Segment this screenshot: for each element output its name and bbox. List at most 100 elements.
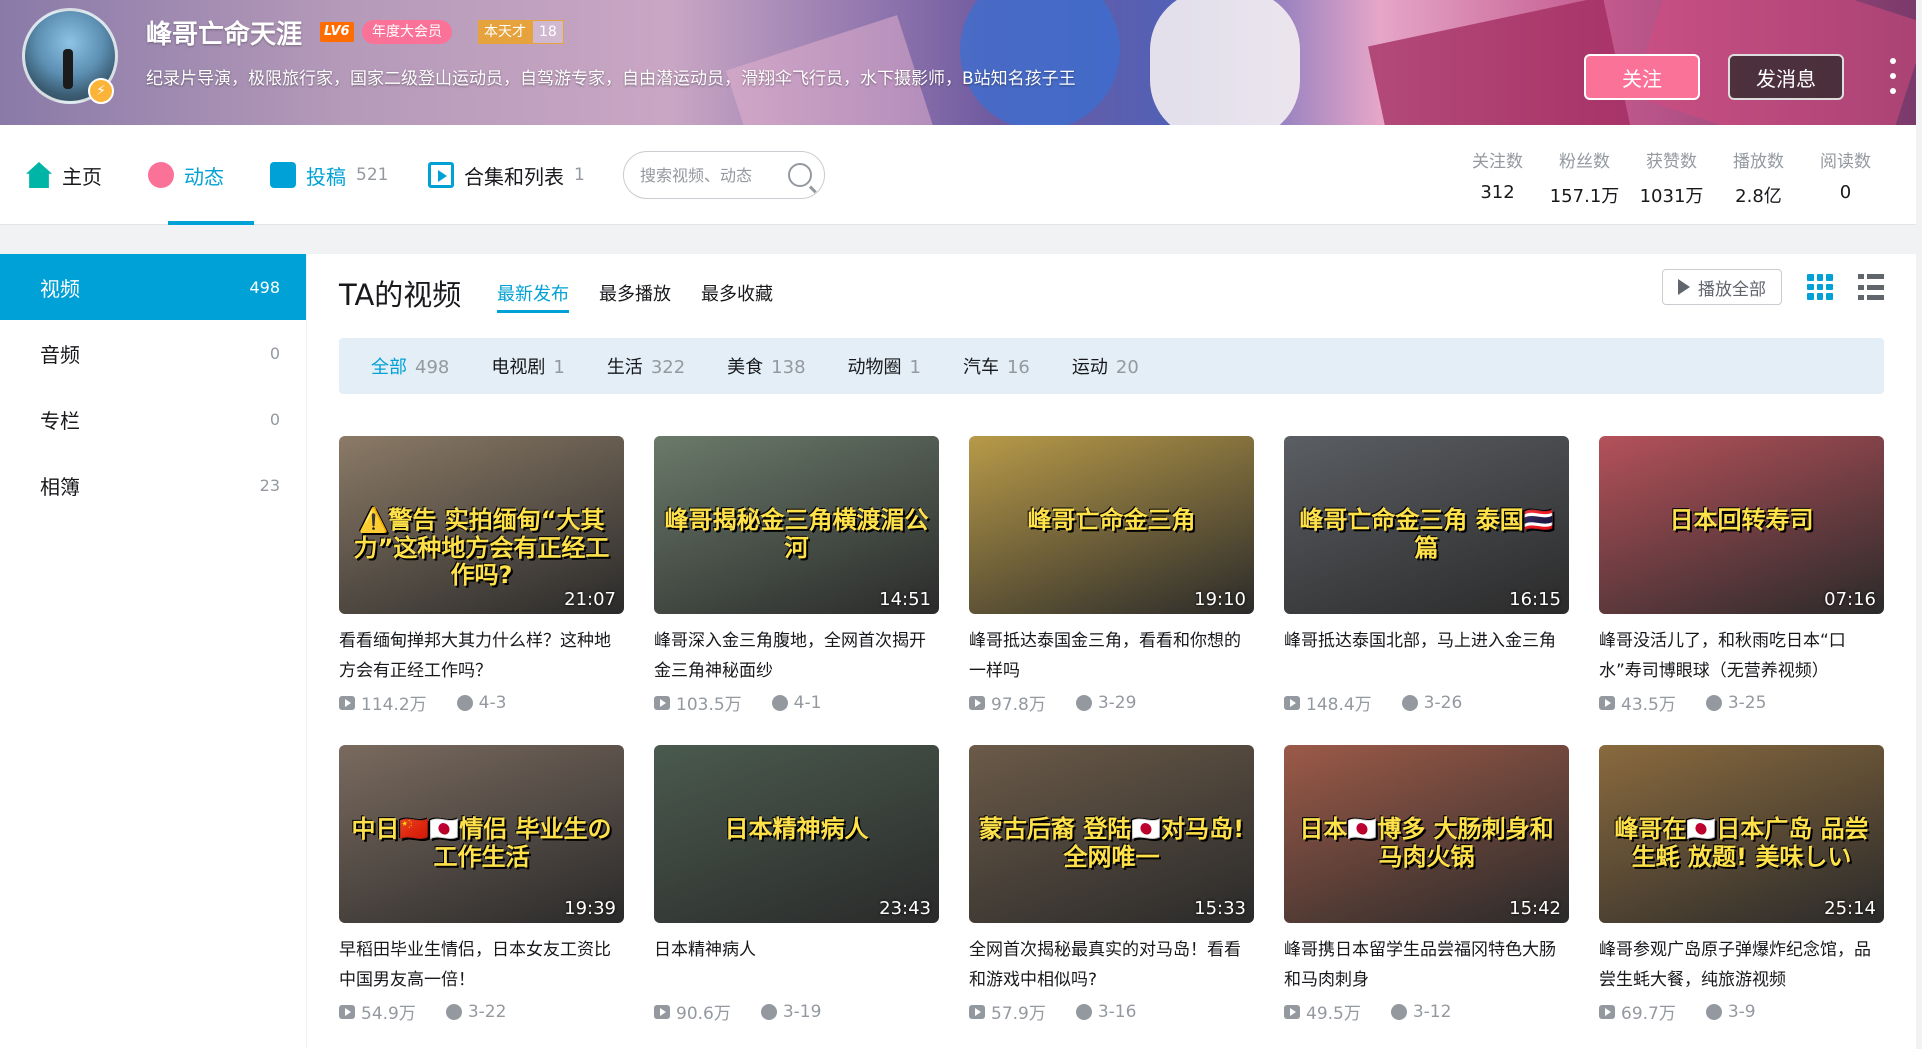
- thumbnail-caption: ⚠️警告 实拍缅甸“大其力”这种地方会有正经工作吗?: [353, 506, 610, 590]
- filter-count: 1: [553, 357, 565, 378]
- video-title[interactable]: 早稻田毕业生情侣，日本女友工资比中国男友高一倍！: [339, 935, 624, 995]
- play-icon: [1678, 279, 1690, 295]
- play-count-icon: [339, 695, 355, 710]
- video-card[interactable]: 中日🇨🇳🇯🇵情侣 毕业生の工作生活 19:39 早稻田毕业生情侣，日本女友工资比…: [339, 745, 624, 1024]
- tab-collections-count: 1: [574, 165, 585, 185]
- video-meta: 49.5万 3-12: [1284, 999, 1569, 1024]
- video-thumbnail[interactable]: 日本🇯🇵博多 大肠刺身和马肉火锅 15:42: [1284, 745, 1569, 923]
- stat-value: 2.8亿: [1735, 186, 1782, 207]
- video-thumbnail[interactable]: 峰哥亡命金三角 泰国🇹🇭篇 16:15: [1284, 436, 1569, 614]
- publish-date: 3-26: [1423, 692, 1463, 713]
- filter-count: 20: [1115, 357, 1139, 378]
- profile-banner: ⚡ 峰哥亡命天涯 LV6 年度大会员 本天才 18 纪录片导演，极限旅行家，国家…: [0, 0, 1916, 125]
- play-all-button[interactable]: 播放全部: [1662, 269, 1782, 305]
- video-thumbnail[interactable]: 日本回转寿司 07:16: [1599, 436, 1884, 614]
- sidebar-item-article[interactable]: 专栏 0: [0, 386, 306, 452]
- medal-tag[interactable]: 本天才 18: [478, 20, 564, 44]
- sort-most-played[interactable]: 最多播放: [599, 280, 671, 306]
- more-options-icon[interactable]: [1886, 58, 1900, 94]
- video-thumbnail[interactable]: 蒙古后裔 登陆🇯🇵对马岛! 全网唯一 15:33: [969, 745, 1254, 923]
- medal-name: 本天才: [478, 20, 532, 44]
- video-card[interactable]: 蒙古后裔 登陆🇯🇵对马岛! 全网唯一 15:33 全网首次揭秘最真实的对马岛！看…: [969, 745, 1254, 1024]
- stat-likes: 获赞数 1031万: [1628, 147, 1715, 208]
- banner-decoration: [960, 0, 1120, 125]
- sidebar-item-label: 视频: [40, 276, 80, 301]
- video-card[interactable]: 峰哥亡命金三角 泰国🇹🇭篇 16:15 峰哥抵达泰国北部，马上进入金三角 148…: [1284, 436, 1569, 715]
- stat-followers[interactable]: 粉丝数 157.1万: [1541, 147, 1628, 208]
- video-card[interactable]: ⚠️警告 实拍缅甸“大其力”这种地方会有正经工作吗? 21:07 看看缅甸掸邦大…: [339, 436, 624, 715]
- filter-all[interactable]: 全部 498: [371, 353, 449, 379]
- grid-view-icon[interactable]: [1807, 274, 1833, 300]
- view-count: 97.8万: [991, 695, 1046, 715]
- sort-latest[interactable]: 最新发布: [497, 280, 569, 306]
- video-thumbnail[interactable]: 日本精神病人 23:43: [654, 745, 939, 923]
- video-thumbnail[interactable]: 峰哥揭秘金三角横渡湄公河 14:51: [654, 436, 939, 614]
- video-thumbnail[interactable]: 峰哥在🇯🇵日本广岛 品尝生蚝 放题! 美味しい 25:14: [1599, 745, 1884, 923]
- video-title[interactable]: 日本精神病人: [654, 935, 939, 995]
- video-title[interactable]: 峰哥携日本留学生品尝福冈特色大肠和马肉刺身: [1284, 935, 1569, 995]
- tab-home[interactable]: 主页: [26, 159, 102, 191]
- profile-search[interactable]: [623, 151, 825, 199]
- stat-following[interactable]: 关注数 312: [1454, 147, 1541, 208]
- filter-animals[interactable]: 动物圈 1: [848, 353, 921, 379]
- tab-posts[interactable]: 投稿 521: [270, 159, 388, 191]
- view-count: 49.5万: [1306, 1004, 1361, 1024]
- clock-icon: [1401, 694, 1418, 711]
- filter-label: 生活: [606, 357, 643, 378]
- video-duration: 25:14: [1824, 898, 1876, 919]
- filter-tv[interactable]: 电视剧 1: [491, 353, 564, 379]
- video-title[interactable]: 峰哥抵达泰国北部，马上进入金三角: [1284, 626, 1569, 686]
- video-card[interactable]: 日本回转寿司 07:16 峰哥没活儿了，和秋雨吃日本“口水”寿司博眼球（无营养视…: [1599, 436, 1884, 715]
- video-meta: 114.2万 4-3: [339, 690, 624, 715]
- filter-life[interactable]: 生活 322: [607, 353, 685, 379]
- view-count: 114.2万: [361, 695, 427, 715]
- list-view-icon[interactable]: [1858, 274, 1884, 300]
- search-input[interactable]: [640, 165, 780, 185]
- filter-count: 498: [415, 357, 450, 378]
- video-card[interactable]: 峰哥亡命金三角 19:10 峰哥抵达泰国金三角，看看和你想的一样吗 97.8万 …: [969, 436, 1254, 715]
- sort-most-favorited[interactable]: 最多收藏: [701, 280, 773, 306]
- follow-button[interactable]: 关注: [1584, 54, 1700, 100]
- video-duration: 21:07: [564, 589, 616, 610]
- video-card[interactable]: 日本🇯🇵博多 大肠刺身和马肉火锅 15:42 峰哥携日本留学生品尝福冈特色大肠和…: [1284, 745, 1569, 1024]
- publish-date: 3-19: [782, 1001, 822, 1022]
- video-card[interactable]: 日本精神病人 23:43 日本精神病人 90.6万 3-19: [654, 745, 939, 1024]
- message-button[interactable]: 发消息: [1728, 54, 1844, 100]
- view-count: 69.7万: [1621, 1004, 1676, 1024]
- view-count: 148.4万: [1306, 695, 1372, 715]
- filter-food[interactable]: 美食 138: [727, 353, 805, 379]
- video-title[interactable]: 峰哥参观广岛原子弹爆炸纪念馆，品尝生蚝大餐，纯旅游视频: [1599, 935, 1884, 995]
- stat-label: 关注数: [1472, 152, 1523, 172]
- video-title[interactable]: 峰哥抵达泰国金三角，看看和你想的一样吗: [969, 626, 1254, 686]
- filter-label: 汽车: [962, 357, 999, 378]
- video-meta: 97.8万 3-29: [969, 690, 1254, 715]
- video-thumbnail[interactable]: 中日🇨🇳🇯🇵情侣 毕业生の工作生活 19:39: [339, 745, 624, 923]
- search-icon[interactable]: [788, 163, 812, 187]
- video-thumbnail[interactable]: 峰哥亡命金三角 19:10: [969, 436, 1254, 614]
- video-meta: 43.5万 3-25: [1599, 690, 1884, 715]
- username[interactable]: 峰哥亡命天涯: [146, 14, 302, 51]
- tab-dynamic[interactable]: 动态: [148, 159, 224, 191]
- filter-cars[interactable]: 汽车 16: [963, 353, 1030, 379]
- video-card[interactable]: 峰哥揭秘金三角横渡湄公河 14:51 峰哥深入金三角腹地，全网首次揭开金三角神秘…: [654, 436, 939, 715]
- video-thumbnail[interactable]: ⚠️警告 实拍缅甸“大其力”这种地方会有正经工作吗? 21:07: [339, 436, 624, 614]
- sidebar-item-count: 0: [269, 409, 280, 429]
- clock-icon: [1705, 1003, 1722, 1020]
- tab-collections[interactable]: 合集和列表 1: [428, 159, 585, 191]
- sidebar-item-album[interactable]: 相簿 23: [0, 452, 306, 518]
- clock-icon: [771, 694, 788, 711]
- sidebar-item-audio[interactable]: 音频 0: [0, 320, 306, 386]
- publish-date: 3-25: [1727, 692, 1767, 713]
- video-title[interactable]: 峰哥没活儿了，和秋雨吃日本“口水”寿司博眼球（无营养视频）: [1599, 626, 1884, 686]
- thumbnail-caption: 峰哥揭秘金三角横渡湄公河: [664, 506, 929, 562]
- video-card[interactable]: 峰哥在🇯🇵日本广岛 品尝生蚝 放题! 美味しい 25:14 峰哥参观广岛原子弹爆…: [1599, 745, 1884, 1024]
- video-title[interactable]: 看看缅甸掸邦大其力什么样？这种地方会有正经工作吗？: [339, 626, 624, 686]
- video-title[interactable]: 峰哥深入金三角腹地，全网首次揭开金三角神秘面纱: [654, 626, 939, 686]
- video-duration: 15:33: [1194, 898, 1246, 919]
- sidebar-item-video[interactable]: 视频 498: [0, 254, 306, 320]
- video-title[interactable]: 全网首次揭秘最真实的对马岛！看看和游戏中相似吗?: [969, 935, 1254, 995]
- filter-sports[interactable]: 运动 20: [1072, 353, 1139, 379]
- publish-date: 3-9: [1727, 1001, 1756, 1022]
- vip-badge[interactable]: 年度大会员: [362, 20, 452, 44]
- publish-date: 3-22: [467, 1001, 507, 1022]
